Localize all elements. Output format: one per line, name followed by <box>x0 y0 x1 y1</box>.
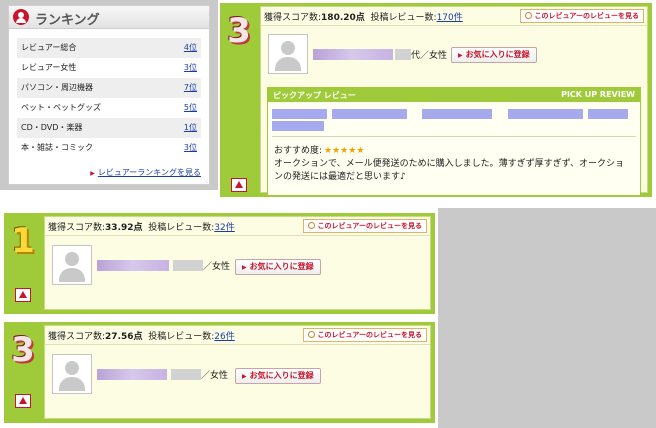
scroll-top-icon[interactable] <box>231 178 247 192</box>
card-body: 獲得スコア数:27.56点 投稿レビュー数:26件 このレビュアーのレビューを見… <box>44 325 431 419</box>
magnifier-icon <box>307 331 315 338</box>
pickup-review: ピックアップ レビュー PICK UP REVIEW おすすめ度: ★★★★★ オ… <box>267 87 641 196</box>
reviews-count-link[interactable]: 32件 <box>214 223 234 233</box>
ranking-item: CD・DVD・楽器 1位 <box>17 118 201 138</box>
magnifier-icon <box>524 12 532 19</box>
gender-label: ／女性 <box>203 262 231 272</box>
score-value: 27.56点 <box>105 332 143 342</box>
ranking-item-label: 本・雑誌・コミック <box>21 143 93 152</box>
name-blur <box>97 260 169 271</box>
reviewer-card: 3 獲得スコア数:27.56点 投稿レビュー数:26件 このレビュアーのレビュー… <box>4 322 435 423</box>
review-text: オークションで、メール便発送のために購入しました。薄すぎず厚すぎず、オークション… <box>274 159 625 182</box>
ranking-item: ペット・ペットグッズ 5位 <box>17 98 201 118</box>
ranking-item-position[interactable]: 4位 <box>184 38 197 58</box>
view-reviews-button[interactable]: このレビュアーのレビューを見る <box>519 9 644 23</box>
reviewer-name[interactable]: ／女性 <box>97 368 228 381</box>
gender-label: ／女性 <box>201 371 229 381</box>
favorite-button[interactable]: お気に入りに登録 <box>451 47 537 63</box>
avatar <box>268 34 308 74</box>
reviews-label: 投稿レビュー数: <box>148 223 215 233</box>
ranking-item-label: レビュアー総合 <box>21 43 77 52</box>
magnifier-icon <box>307 222 315 229</box>
card-stats: 獲得スコア数:27.56点 投稿レビュー数:26件 <box>48 329 235 342</box>
avatar <box>52 245 92 285</box>
score-label: 獲得スコア数: <box>48 223 106 233</box>
divider <box>45 235 430 236</box>
view-reviews-label: このレビュアーのレビューを見る <box>317 331 422 339</box>
avatar <box>52 354 92 394</box>
score-label: 獲得スコア数: <box>48 332 106 342</box>
card-stats: 獲得スコア数:33.92点 投稿レビュー数:32件 <box>48 220 235 233</box>
reviews-count-link[interactable]: 170件 <box>437 13 463 23</box>
name-suffix: 代 <box>411 51 421 61</box>
ranking-more-link[interactable]: レビュアーランキングを見る <box>90 167 201 178</box>
ranking-box: ランキング レビュアー総合 4位 レビュアー女性 3位 パソコン・周辺機器 7位 ペッ… <box>8 5 210 185</box>
reviewer-name[interactable]: 代／女性 <box>313 48 447 61</box>
favorite-button[interactable]: お気に入りに登録 <box>235 368 321 384</box>
reviewer-card: 3 獲得スコア数:180.20点 投稿レビュー数:170件 このレビュアーのレビ… <box>220 3 652 197</box>
reviews-label: 投稿レビュー数: <box>370 13 437 23</box>
ranking-item: レビュアー女性 3位 <box>17 58 201 78</box>
pickup-header-right: PICK UP REVIEW <box>561 90 635 99</box>
card-stats: 獲得スコア数:180.20点 投稿レビュー数:170件 <box>264 10 463 23</box>
name-blur <box>97 369 167 380</box>
ranking-item-label: CD・DVD・楽器 <box>21 123 83 132</box>
ranking-item: 本・雑誌・コミック 3位 <box>17 138 201 158</box>
rating-label: おすすめ度: <box>274 146 323 156</box>
card-body: 獲得スコア数:180.20点 投稿レビュー数:170件 このレビュアーのレビュー… <box>260 6 648 196</box>
user-icon <box>13 9 29 25</box>
name-blur <box>171 369 201 380</box>
ranking-list: レビュアー総合 4位 レビュアー女性 3位 パソコン・周辺機器 7位 ペット・ペットグ… <box>17 38 201 158</box>
reviewer-card: 1 獲得スコア数:33.92点 投稿レビュー数:32件 このレビュアーのレビュー… <box>4 213 435 314</box>
pickup-header-left: ピックアップ レビュー <box>273 91 356 100</box>
star-rating-icon: ★★★★★ <box>324 146 365 156</box>
ranking-item: パソコン・周辺機器 7位 <box>17 78 201 98</box>
ranking-panel: ランキング レビュアー総合 4位 レビュアー女性 3位 パソコン・周辺機器 7位 ペッ… <box>0 0 218 190</box>
ranking-item-position[interactable]: 1位 <box>184 118 197 138</box>
ranking-item-label: パソコン・周辺機器 <box>21 83 93 92</box>
ranking-title: ランキング <box>35 13 100 28</box>
favorite-button[interactable]: お気に入りに登録 <box>235 259 321 275</box>
ranking-item-label: ペット・ペットグッズ <box>21 103 101 112</box>
pickup-title-link[interactable] <box>272 108 636 132</box>
divider <box>261 25 647 26</box>
empty-panel <box>438 208 656 428</box>
reviews-label: 投稿レビュー数: <box>148 332 215 342</box>
ranking-item-position[interactable]: 3位 <box>184 138 197 158</box>
score-label: 獲得スコア数: <box>264 13 322 23</box>
rating-row: おすすめ度: ★★★★★ <box>274 143 364 156</box>
rank-medal-icon: 3 <box>227 11 251 51</box>
view-reviews-button[interactable]: このレビュアーのレビューを見る <box>302 328 427 342</box>
score-value: 180.20点 <box>321 13 365 23</box>
card-side: 3 <box>4 322 44 423</box>
reviews-count-link[interactable]: 26件 <box>214 332 234 342</box>
divider <box>272 136 636 137</box>
view-reviews-label: このレビュアーのレビューを見る <box>317 222 422 230</box>
ranking-item-position[interactable]: 5位 <box>184 98 197 118</box>
reviewer-name[interactable]: ／女性 <box>97 259 230 272</box>
ranking-item-position[interactable]: 3位 <box>184 58 197 78</box>
rank-medal-icon: 3 <box>11 330 35 370</box>
divider <box>45 344 430 345</box>
name-blur <box>313 49 393 60</box>
ranking-item-label: レビュアー女性 <box>21 63 77 72</box>
card-body: 獲得スコア数:33.92点 投稿レビュー数:32件 このレビュアーのレビューを見… <box>44 216 431 310</box>
card-side: 1 <box>4 213 44 314</box>
ranking-item: レビュアー総合 4位 <box>17 38 201 58</box>
ranking-header: ランキング <box>9 6 209 29</box>
score-value: 33.92点 <box>105 223 143 233</box>
name-blur <box>173 260 203 271</box>
view-reviews-button[interactable]: このレビュアーのレビューを見る <box>302 219 427 233</box>
name-blur <box>395 49 411 60</box>
card-side: 3 <box>220 3 260 197</box>
pickup-header: ピックアップ レビュー PICK UP REVIEW <box>268 88 640 102</box>
gender-label: ／女性 <box>420 51 448 61</box>
scroll-top-icon[interactable] <box>15 288 31 302</box>
ranking-item-position[interactable]: 7位 <box>184 78 197 98</box>
view-reviews-label: このレビュアーのレビューを見る <box>534 12 639 20</box>
rank-medal-icon: 1 <box>11 221 35 261</box>
scroll-top-icon[interactable] <box>15 394 31 408</box>
